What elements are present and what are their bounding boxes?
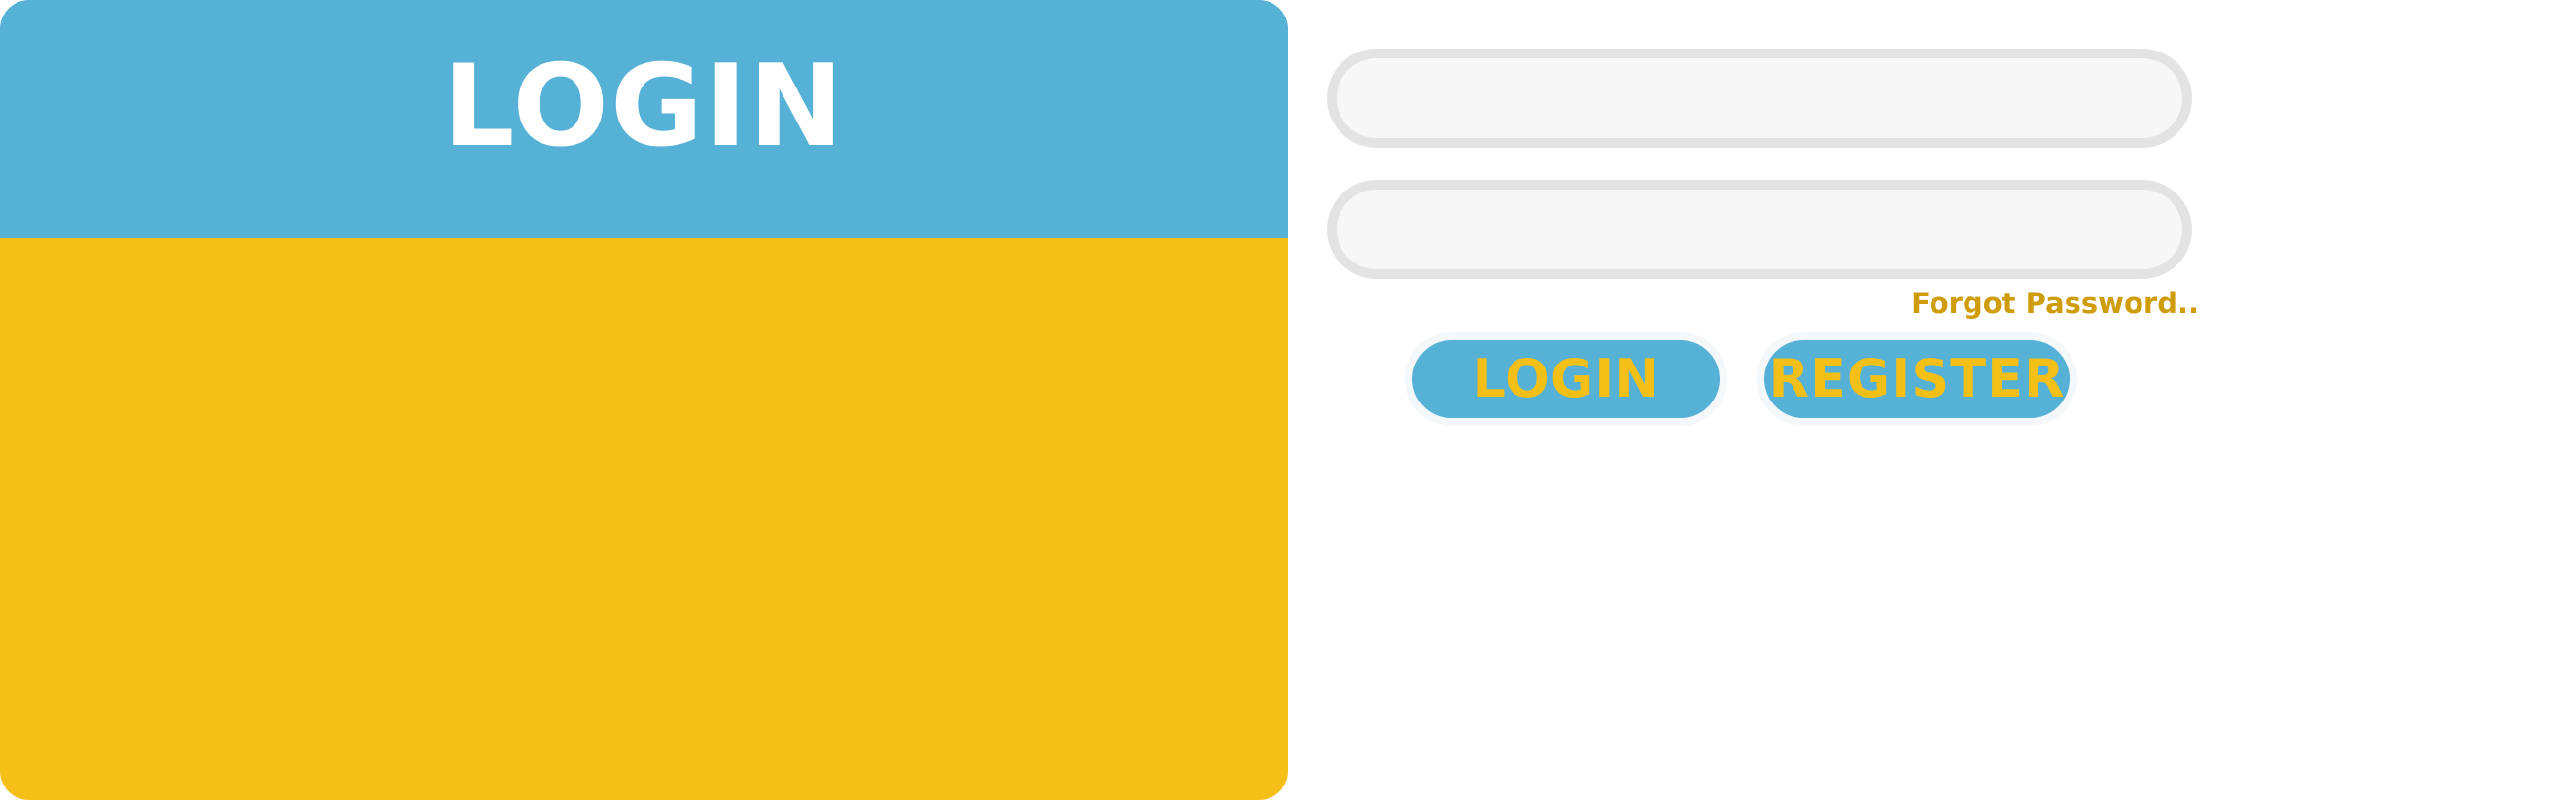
login-card: LOGIN <box>0 0 1288 800</box>
forgot-password-link[interactable]: Forgot Password.. <box>1847 284 2199 323</box>
password-input[interactable] <box>1337 190 2182 269</box>
register-button[interactable]: REGISTER <box>1764 340 2070 418</box>
login-page: LOGIN Forgot Password.. LOGIN REGISTER <box>0 0 2576 802</box>
card-body-background <box>0 238 1288 800</box>
password-field[interactable] <box>1327 180 2192 279</box>
card-title: LOGIN <box>442 41 846 172</box>
username-field[interactable] <box>1327 49 2192 148</box>
login-button[interactable]: LOGIN <box>1412 340 1720 418</box>
zigzag-edge <box>0 194 1288 235</box>
login-button-ring: LOGIN <box>1405 332 1727 426</box>
register-button-ring: REGISTER <box>1757 332 2077 426</box>
zigzag-divider <box>0 194 1288 235</box>
username-input[interactable] <box>1337 58 2182 138</box>
